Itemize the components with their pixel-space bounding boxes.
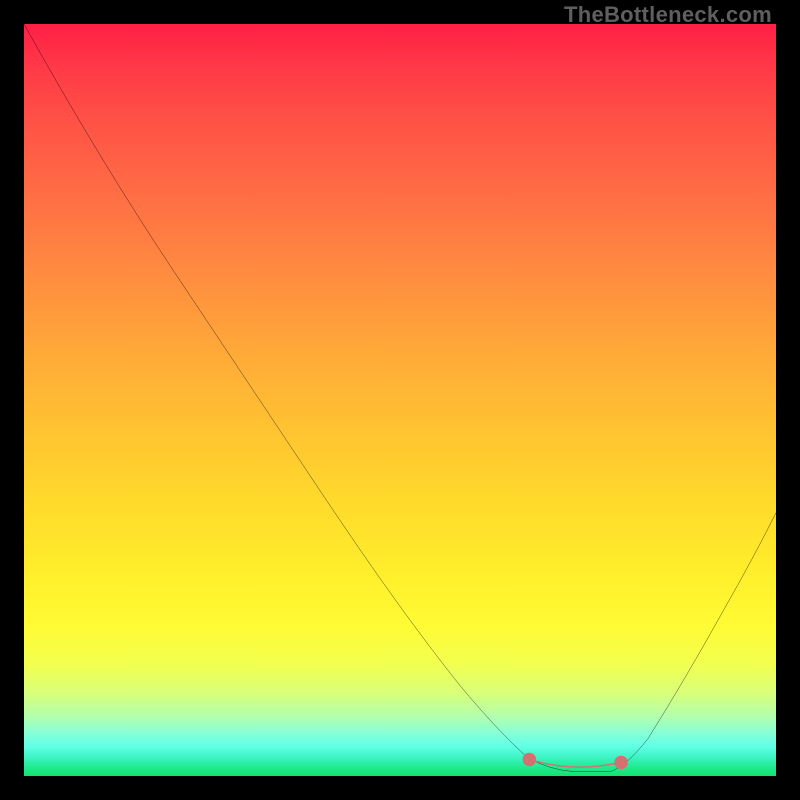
chart-frame: TheBottleneck.com <box>0 0 800 800</box>
curve-layer <box>24 24 776 776</box>
bottleneck-curve <box>24 24 776 771</box>
optimal-range-bar <box>529 759 621 767</box>
plot-area <box>24 24 776 776</box>
